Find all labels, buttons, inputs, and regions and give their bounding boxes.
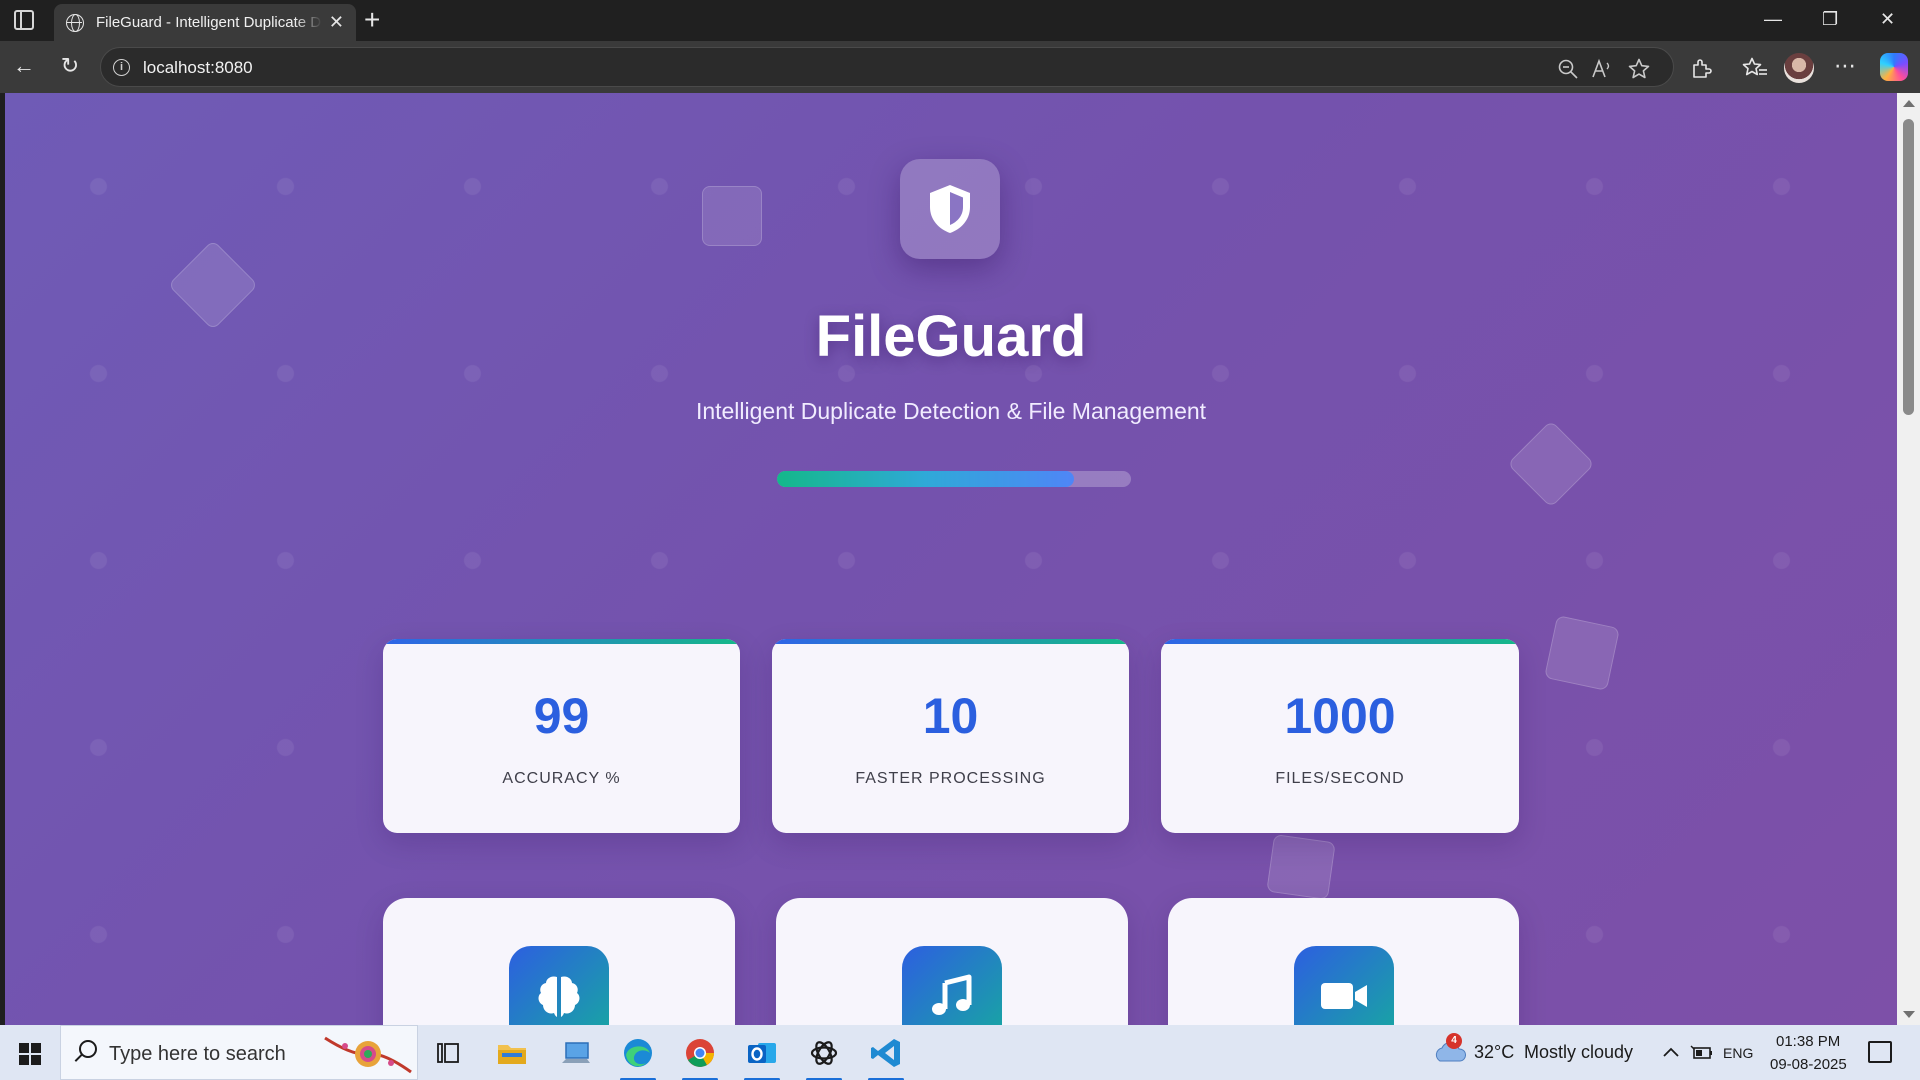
new-tab-button[interactable]: + (364, 5, 380, 35)
stat-label: FASTER PROCESSING (855, 770, 1046, 787)
page-scrollbar[interactable] (1897, 93, 1920, 1025)
scroll-thumb[interactable] (1903, 119, 1914, 415)
language-indicator[interactable]: ENG (1723, 1045, 1753, 1061)
battery-network-icon[interactable] (1690, 1042, 1714, 1062)
feature-card-audio[interactable] (776, 898, 1128, 1025)
favorites-icon[interactable] (1742, 56, 1768, 80)
decorative-shape (1507, 420, 1595, 508)
weather-alert-badge: 4 (1446, 1033, 1462, 1049)
address-bar[interactable]: i localhost:8080 (100, 47, 1674, 87)
stat-value: 99 (533, 688, 590, 744)
browser-titlebar: FileGuard - Intelligent Duplicate Detect… (0, 0, 1920, 41)
decorative-shape (702, 186, 762, 246)
tab-title: FileGuard - Intelligent Duplicate Detect… (96, 14, 322, 31)
favorite-star-icon[interactable] (1627, 57, 1651, 81)
brain-icon (509, 946, 609, 1025)
scroll-up-arrow-icon[interactable] (1903, 100, 1915, 107)
video-camera-icon (1293, 946, 1394, 1025)
stat-label: ACCURACY % (502, 770, 621, 787)
edge-browser-icon[interactable] (618, 1033, 658, 1080)
taskbar-search-box[interactable]: Type here to search (60, 1025, 418, 1080)
profile-avatar[interactable] (1784, 53, 1814, 83)
more-options-button[interactable]: ⋯ (1830, 53, 1860, 79)
stat-value: 1000 (1284, 688, 1396, 744)
scroll-down-arrow-icon[interactable] (1903, 1011, 1915, 1018)
my-computer-icon[interactable] (556, 1033, 596, 1073)
sidebar-toggle-icon[interactable] (14, 10, 34, 30)
restore-button[interactable]: ❐ (1822, 8, 1838, 30)
weather-text[interactable]: Mostly cloudy (1524, 1042, 1633, 1063)
feature-card-ai[interactable] (383, 898, 735, 1025)
task-view-icon[interactable] (436, 1041, 460, 1065)
copilot-icon[interactable] (1880, 53, 1908, 81)
feature-card-video[interactable] (1168, 898, 1519, 1025)
windows-taskbar: Type here to search 4 32°C Mostly cloudy… (0, 1025, 1920, 1080)
decorative-shape (1266, 833, 1336, 901)
notification-center-icon[interactable] (1868, 1041, 1892, 1063)
shield-icon (900, 159, 1000, 259)
chrome-browser-icon[interactable] (680, 1033, 720, 1080)
browser-toolbar: ← ↻ i localhost:8080 ⋯ (0, 41, 1920, 93)
page-subtitle: Intelligent Duplicate Detection & File M… (695, 398, 1207, 424)
search-icon (79, 1040, 97, 1058)
site-info-icon[interactable]: i (113, 59, 130, 76)
stat-label: FILES/SECOND (1275, 770, 1405, 787)
temperature-text[interactable]: 32°C (1474, 1042, 1514, 1063)
music-note-icon (902, 946, 1002, 1025)
clock-time[interactable]: 01:38 PM (1776, 1033, 1840, 1050)
minimize-button[interactable]: — (1764, 8, 1782, 30)
vscode-icon[interactable] (866, 1033, 906, 1080)
stat-card-accuracy: 99 ACCURACY % (383, 639, 740, 833)
decorative-shape (1544, 615, 1620, 691)
page-viewport: FileGuard Intelligent Duplicate Detectio… (5, 93, 1897, 1025)
page-title: FileGuard (815, 304, 1087, 369)
refresh-button[interactable]: ↻ (55, 53, 85, 79)
windows-start-icon[interactable] (19, 1043, 41, 1065)
back-button[interactable]: ← (9, 53, 39, 79)
clock-date[interactable]: 09-08-2025 (1770, 1056, 1847, 1073)
progress-fill (777, 471, 1075, 487)
chatgpt-icon[interactable] (804, 1033, 844, 1080)
loading-progress-bar (777, 471, 1131, 487)
tab-close-icon[interactable]: ✕ (329, 12, 344, 32)
extensions-icon[interactable] (1690, 56, 1714, 80)
zoom-out-icon[interactable] (1557, 58, 1579, 80)
search-placeholder[interactable]: Type here to search (109, 1043, 286, 1066)
stat-card-files-per-second: 1000 FILES/SECOND (1161, 639, 1519, 833)
chevron-up-icon[interactable] (1662, 1046, 1680, 1058)
read-aloud-icon[interactable] (1591, 58, 1615, 80)
url-text[interactable]: localhost:8080 (143, 58, 253, 78)
browser-tab[interactable]: FileGuard - Intelligent Duplicate Detect… (54, 4, 356, 41)
stat-card-processing: 10 FASTER PROCESSING (772, 639, 1129, 833)
outlook-icon[interactable] (742, 1033, 782, 1080)
rakhi-doodle-icon[interactable] (323, 1034, 413, 1074)
close-window-button[interactable]: ✕ (1880, 8, 1895, 30)
stat-value: 10 (922, 688, 979, 744)
globe-icon (66, 14, 84, 32)
file-explorer-icon[interactable] (492, 1033, 532, 1073)
